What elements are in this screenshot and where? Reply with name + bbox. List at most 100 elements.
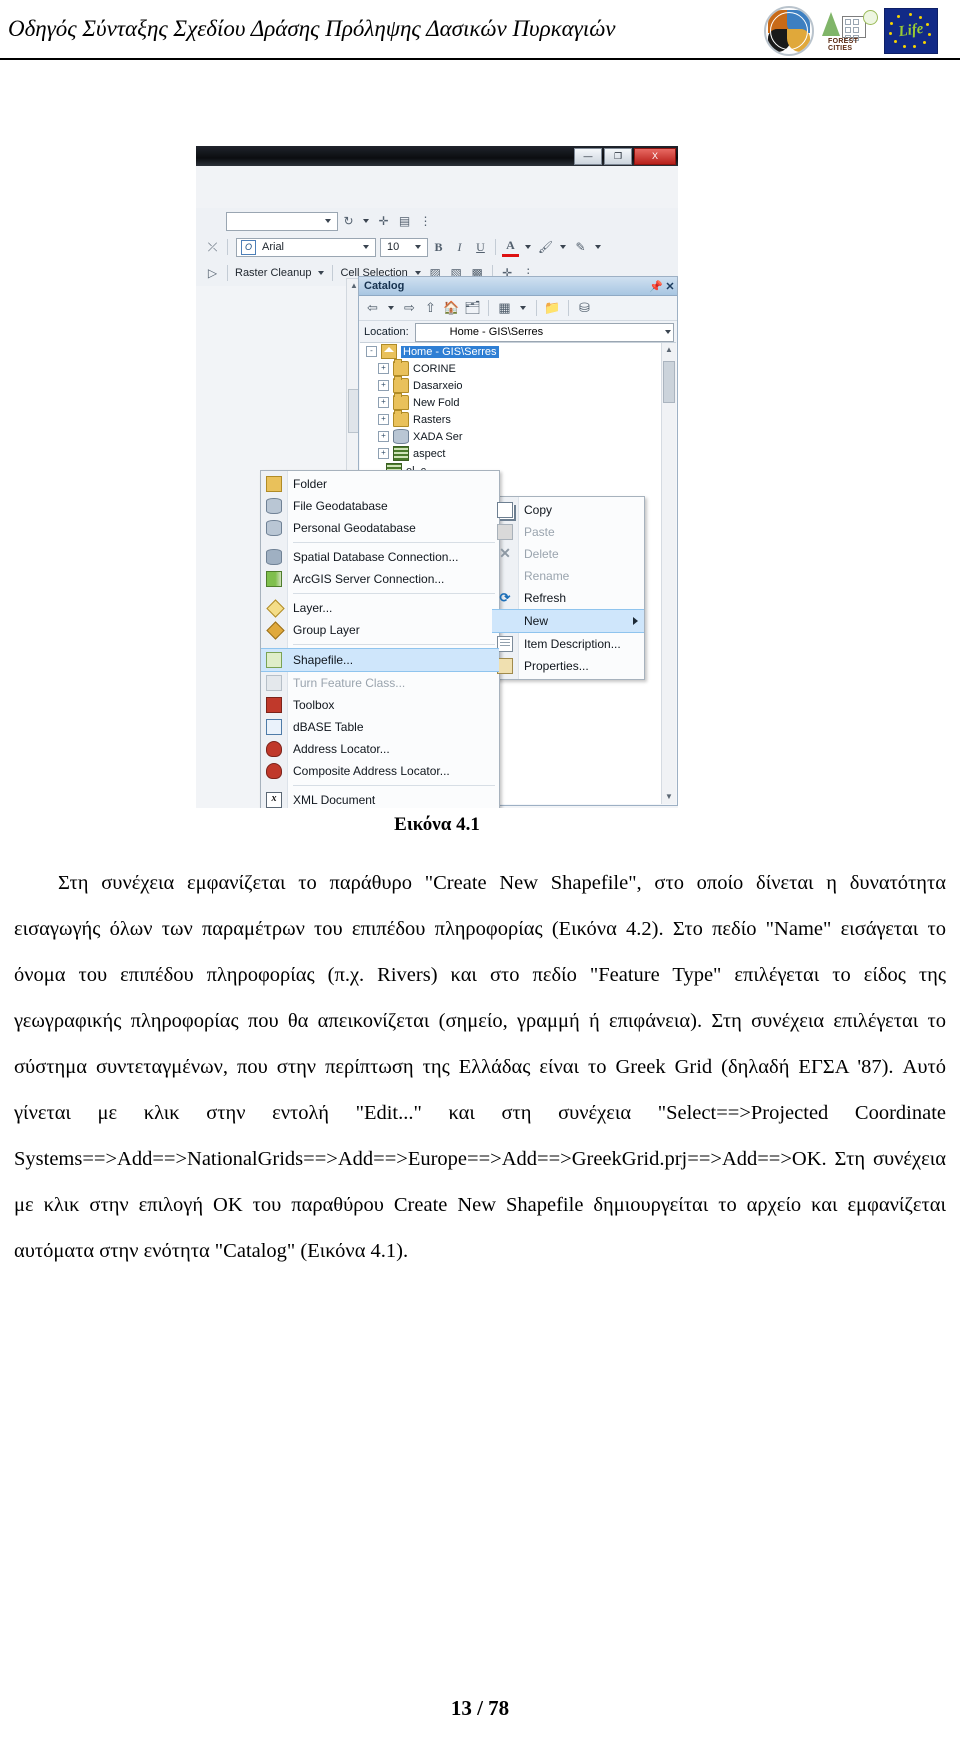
raster-cleanup-menu[interactable]: Raster Cleanup	[232, 267, 314, 279]
bold-button[interactable]: B	[430, 239, 447, 256]
expand-icon[interactable]: +	[378, 397, 389, 408]
menu-item-properties[interactable]: Properties...	[492, 655, 644, 677]
expand-icon[interactable]: +	[378, 380, 389, 391]
default-geodatabase-icon[interactable]: 🗂	[463, 299, 482, 318]
menu-item-new[interactable]: New	[492, 609, 644, 633]
editor-icon[interactable]: ▷	[204, 265, 221, 282]
body-paragraph: Στη συνέχεια εμφανίζεται το παράθυρο "Cr…	[14, 872, 946, 1262]
menu-item-label: Rename	[524, 569, 570, 583]
chevron-down-icon	[388, 306, 394, 310]
toggle-contents-icon[interactable]: ▦	[495, 299, 514, 318]
address-locator-icon	[266, 741, 282, 757]
scrollbar-thumb[interactable]	[663, 361, 675, 403]
folder-icon	[393, 393, 409, 410]
expand-icon[interactable]: +	[378, 448, 389, 459]
tree-item-aspect[interactable]: + aspect	[360, 445, 676, 462]
up-one-level-icon[interactable]: ⇧	[421, 299, 440, 318]
expand-icon[interactable]: +	[378, 363, 389, 374]
document-icon	[497, 636, 513, 652]
connect-folder-icon[interactable]: 📁	[543, 299, 562, 318]
rotate-icon[interactable]: ↻	[340, 213, 357, 230]
menu-item-spatial-database-connection[interactable]: Spatial Database Connection...	[261, 546, 499, 568]
font-color-button[interactable]: A	[502, 237, 519, 257]
location-label: Location:	[364, 326, 409, 338]
menu-divider	[293, 542, 495, 543]
font-size-combo[interactable]: 10	[380, 237, 428, 257]
page-header: Οδηγός Σύνταξης Σχεδίου Δράσης Πρόληψης …	[0, 0, 960, 62]
new-submenu[interactable]: Folder File Geodatabase Personal Geodata…	[260, 470, 500, 808]
tree-item-label: CORINE	[413, 362, 456, 375]
menu-item-shapefile[interactable]: Shapefile...	[261, 648, 499, 672]
menu-item-turn-feature-class[interactable]: Turn Feature Class...	[261, 672, 499, 694]
menu-item-dbase-table[interactable]: dBASE Table	[261, 716, 499, 738]
chevron-down-icon	[318, 271, 325, 275]
catalog-context-menu[interactable]: Copy Paste ✕ Delete Rename ⟳ Refresh New	[491, 496, 645, 680]
italic-button[interactable]: I	[451, 239, 468, 256]
menu-item-arcgis-server-connection[interactable]: ArcGIS Server Connection...	[261, 568, 499, 590]
home-folder-icon	[381, 344, 397, 359]
location-combo[interactable]: Home - GIS\Serres	[414, 322, 674, 342]
style-combo[interactable]	[226, 211, 338, 231]
home-icon[interactable]: 🏠	[442, 299, 461, 318]
maximize-button[interactable]: ❐	[604, 148, 632, 165]
expand-icon[interactable]: +	[378, 414, 389, 425]
menu-item-address-locator[interactable]: Address Locator...	[261, 738, 499, 760]
chevron-down-icon	[363, 219, 369, 223]
minimize-button[interactable]: —	[574, 148, 602, 165]
tree-item-dasarxeio[interactable]: + Dasarxeio	[360, 376, 676, 394]
pin-icon[interactable]: 📌	[649, 280, 663, 293]
toolbox-tree-icon[interactable]: ⛁	[575, 299, 594, 318]
header-title: Οδηγός Σύνταξης Σχεδίου Δράσης Πρόληψης …	[8, 16, 616, 41]
tree-item-xada[interactable]: + XADA Ser	[360, 428, 676, 445]
collapse-icon[interactable]: -	[366, 346, 377, 357]
close-button[interactable]: X	[634, 148, 676, 165]
underline-button[interactable]: U	[472, 239, 489, 256]
tree-item-corine[interactable]: + CORINE	[360, 359, 676, 377]
refresh-icon: ⟳	[499, 590, 511, 605]
menu-item-file-geodatabase[interactable]: File Geodatabase	[261, 495, 499, 517]
chevron-down-icon	[520, 306, 526, 310]
font-size-value: 10	[387, 241, 400, 253]
menu-item-folder[interactable]: Folder	[261, 473, 499, 495]
expand-icon[interactable]: +	[378, 431, 389, 442]
chevron-right-icon	[633, 617, 638, 625]
tree-item-home[interactable]: - Home - GIS\Serres	[360, 343, 676, 360]
forward-icon[interactable]: ⇨	[400, 299, 419, 318]
menu-item-refresh[interactable]: ⟳ Refresh	[492, 587, 644, 609]
tree-item-rasters[interactable]: + Rasters	[360, 410, 676, 428]
menu-item-paste[interactable]: Paste	[492, 521, 644, 543]
back-icon[interactable]: ⇦	[363, 299, 382, 318]
menu-item-label: Delete	[524, 547, 559, 561]
vertex-icon[interactable]: ✛	[375, 213, 392, 230]
menu-item-toolbox[interactable]: Toolbox	[261, 694, 499, 716]
menu-item-group-layer[interactable]: Group Layer	[261, 619, 499, 641]
menu-item-label: File Geodatabase	[293, 499, 388, 513]
menu-item-composite-address-locator[interactable]: Composite Address Locator...	[261, 760, 499, 782]
tree-item-label: Home - GIS\Serres	[401, 345, 499, 358]
menu-item-xml-document[interactable]: x XML Document	[261, 789, 499, 808]
menu-item-personal-geodatabase[interactable]: Personal Geodatabase	[261, 517, 499, 539]
menu-item-copy[interactable]: Copy	[492, 499, 644, 521]
shapefile-icon	[266, 652, 282, 668]
menu-item-item-description[interactable]: Item Description...	[492, 633, 644, 655]
menu-item-label: Shapefile...	[293, 653, 354, 667]
highlight-color-icon[interactable]: ✎	[572, 239, 589, 256]
font-name-combo[interactable]: O Arial	[236, 237, 376, 257]
font-icon: O	[241, 239, 256, 255]
chevron-down-icon	[525, 245, 531, 249]
menu-item-delete[interactable]: ✕ Delete	[492, 543, 644, 565]
close-icon[interactable]: ✕	[663, 280, 677, 293]
menu-item-rename[interactable]: Rename	[492, 565, 644, 587]
catalog-vertical-scrollbar[interactable]: ▲ ▼	[661, 343, 676, 804]
scroll-down-icon[interactable]: ▼	[662, 790, 676, 804]
fill-color-icon[interactable]: 🖌	[537, 239, 554, 256]
table-icon[interactable]: ▤	[396, 213, 413, 230]
shape-icon[interactable]: ⤫	[204, 239, 221, 256]
overflow-icon[interactable]: ⋮	[417, 213, 434, 230]
tree-item-label: New Fold	[413, 396, 460, 409]
menu-item-label: Copy	[524, 503, 553, 517]
menu-item-layer[interactable]: Layer...	[261, 597, 499, 619]
tree-item-label: Dasarxeio	[413, 379, 463, 392]
tree-item-new-folder[interactable]: + New Fold	[360, 393, 676, 411]
scroll-up-icon[interactable]: ▲	[662, 343, 676, 357]
